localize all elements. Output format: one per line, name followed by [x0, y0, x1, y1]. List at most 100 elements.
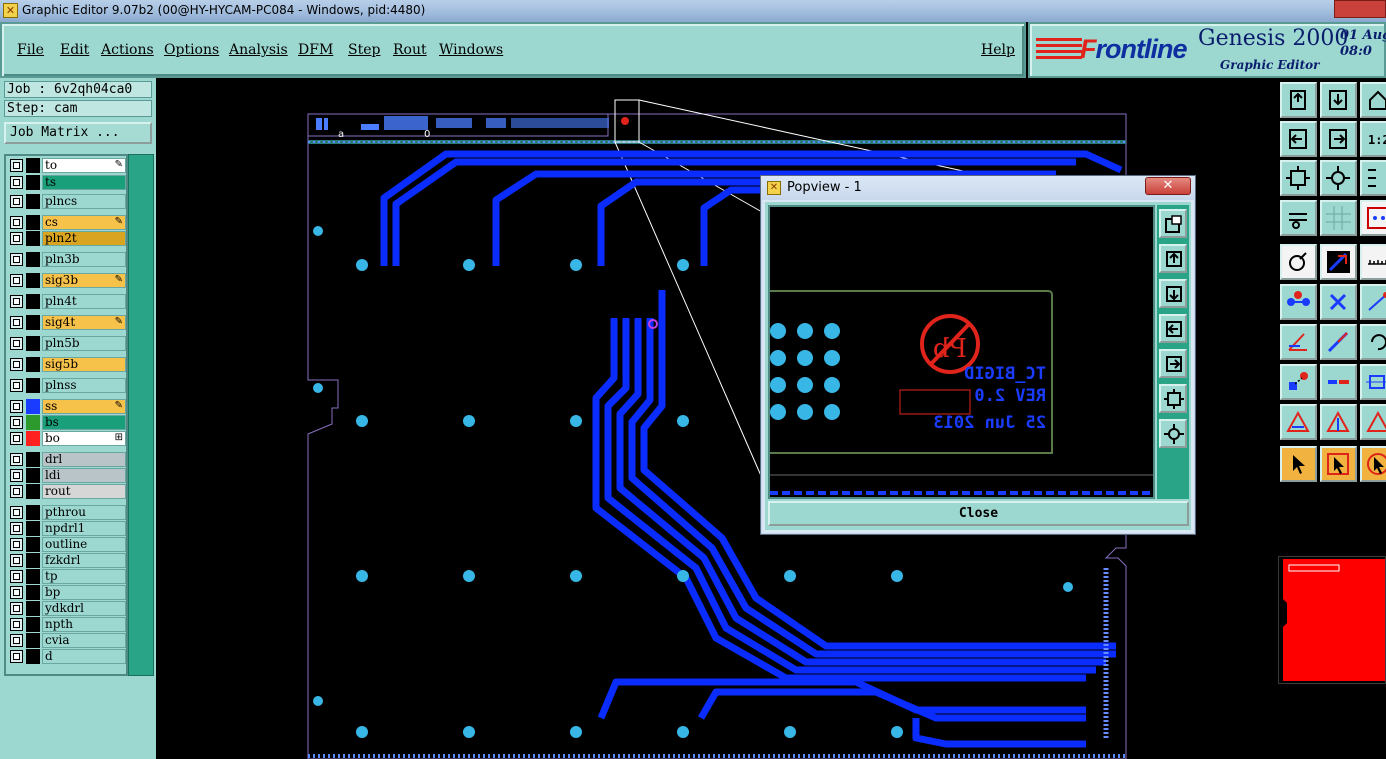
- popview-center-button[interactable]: [1159, 419, 1187, 448]
- layer-color-swatch[interactable]: [26, 521, 40, 536]
- popview-zoom-view[interactable]: Pb TC_BIGID REV 2.0 25 Jun 2013: [768, 205, 1155, 499]
- layer-checkbox[interactable]: [10, 195, 23, 208]
- layer-checkbox[interactable]: [10, 337, 23, 350]
- layer-name-label[interactable]: sig5b: [42, 357, 126, 372]
- layer-checkbox[interactable]: [10, 232, 23, 245]
- layer-row-ydkdrl[interactable]: ydkdrl: [8, 601, 126, 616]
- layer-name-label[interactable]: d: [42, 649, 126, 664]
- layer-name-label[interactable]: pln2t: [42, 231, 126, 246]
- layer-checkbox[interactable]: [10, 554, 23, 567]
- layer-row-drl[interactable]: drl: [8, 452, 126, 467]
- layer-checkbox[interactable]: [10, 400, 23, 413]
- layer-checkbox[interactable]: [10, 634, 23, 647]
- cross-probe-button[interactable]: [1360, 200, 1386, 236]
- layer-name-label[interactable]: pthrou: [42, 505, 126, 520]
- layer-name-label[interactable]: bs: [42, 415, 126, 430]
- menu-dfm[interactable]: DFM: [298, 42, 333, 58]
- layer-name-label[interactable]: plnss: [42, 378, 126, 393]
- cross-tool-button[interactable]: [1320, 284, 1357, 320]
- layer-name-label[interactable]: npdrl1: [42, 521, 126, 536]
- layer-color-swatch[interactable]: [26, 273, 40, 288]
- layer-row-npdrl1[interactable]: npdrl1: [8, 521, 126, 536]
- popview-fit-button[interactable]: [1159, 384, 1187, 413]
- layer-color-swatch[interactable]: [26, 484, 40, 499]
- pointer-box-button[interactable]: [1320, 446, 1357, 482]
- layer-color-swatch[interactable]: [26, 194, 40, 209]
- popview-zoom-in-button[interactable]: [1159, 209, 1187, 238]
- layer-color-swatch[interactable]: [26, 585, 40, 600]
- layer-checkbox[interactable]: [10, 216, 23, 229]
- align-tool-button[interactable]: [1360, 364, 1386, 400]
- layer-name-label[interactable]: ts: [42, 175, 126, 190]
- layer-checkbox[interactable]: [10, 506, 23, 519]
- layer-row-ts[interactable]: ts: [8, 175, 126, 190]
- layer-name-label[interactable]: pln5b: [42, 336, 126, 351]
- zoom-edge-button[interactable]: [1360, 160, 1386, 196]
- layer-row-pln3b[interactable]: pln3b: [8, 252, 126, 267]
- layer-row-sig5b[interactable]: sig5b: [8, 357, 126, 372]
- layer-checkbox[interactable]: [10, 602, 23, 615]
- layer-name-label[interactable]: cvia: [42, 633, 126, 648]
- layer-checkbox[interactable]: [10, 416, 23, 429]
- triangle-snap-button[interactable]: [1360, 404, 1386, 440]
- layer-name-label[interactable]: ydkdrl: [42, 601, 126, 616]
- layer-name-label[interactable]: sig3b ✎: [42, 273, 126, 288]
- layer-color-swatch[interactable]: [26, 468, 40, 483]
- zoom-fit-button[interactable]: [1280, 160, 1317, 196]
- pointer-circle-button[interactable]: [1360, 446, 1386, 482]
- layer-color-swatch[interactable]: [26, 357, 40, 372]
- triangle-tool-button[interactable]: [1280, 404, 1317, 440]
- zoom-home-button[interactable]: [1280, 82, 1317, 118]
- menu-file[interactable]: File: [17, 42, 44, 58]
- overview-minimap[interactable]: [1278, 556, 1386, 684]
- layer-name-label[interactable]: cs ✎: [42, 215, 126, 230]
- layer-color-swatch[interactable]: [26, 336, 40, 351]
- layer-color-swatch[interactable]: [26, 601, 40, 616]
- menu-step[interactable]: Step: [348, 42, 380, 58]
- popview-pan-left-button[interactable]: [1159, 314, 1187, 343]
- menu-options[interactable]: Options: [164, 42, 219, 58]
- menu-rout[interactable]: Rout: [393, 42, 427, 58]
- grid-toggle-button[interactable]: [1320, 200, 1357, 236]
- layer-row-plncs[interactable]: plncs: [8, 194, 126, 209]
- layer-checkbox[interactable]: [10, 618, 23, 631]
- menu-windows[interactable]: Windows: [439, 42, 503, 58]
- layer-name-label[interactable]: tp: [42, 569, 126, 584]
- layer-checkbox[interactable]: [10, 274, 23, 287]
- layer-checkbox[interactable]: [10, 522, 23, 535]
- layer-row-pthrou[interactable]: pthrou: [8, 505, 126, 520]
- popview-title-bar[interactable]: ✕ Popview - 1 ✕: [761, 176, 1195, 200]
- layer-name-label[interactable]: fzkdrl: [42, 553, 126, 568]
- layer-row-bo[interactable]: bo ⊞: [8, 431, 126, 446]
- layer-row-ldi[interactable]: ldi: [8, 468, 126, 483]
- layer-color-swatch[interactable]: [26, 399, 40, 414]
- layer-color-swatch[interactable]: [26, 649, 40, 664]
- popview-pan-down-button[interactable]: [1159, 279, 1187, 308]
- layer-row-to[interactable]: to ✎: [8, 158, 126, 173]
- layer-color-swatch[interactable]: [26, 569, 40, 584]
- layer-row-cs[interactable]: cs ✎: [8, 215, 126, 230]
- window-close-button[interactable]: [1334, 0, 1386, 18]
- pointer-select-button[interactable]: [1280, 446, 1317, 482]
- layer-color-swatch[interactable]: [26, 553, 40, 568]
- layer-row-npth[interactable]: npth: [8, 617, 126, 632]
- split-trace-button[interactable]: [1320, 364, 1357, 400]
- layer-name-label[interactable]: sig4t ✎: [42, 315, 126, 330]
- layer-name-label[interactable]: outline: [42, 537, 126, 552]
- layer-name-label[interactable]: drl: [42, 452, 126, 467]
- layer-checkbox[interactable]: [10, 469, 23, 482]
- layer-color-swatch[interactable]: [26, 231, 40, 246]
- layer-checkbox[interactable]: [10, 358, 23, 371]
- menu-help[interactable]: Help: [981, 42, 1015, 58]
- layer-name-label[interactable]: bp: [42, 585, 126, 600]
- layer-checkbox[interactable]: [10, 159, 23, 172]
- measure-line-button[interactable]: [1360, 284, 1386, 320]
- layer-row-fzkdrl[interactable]: fzkdrl: [8, 553, 126, 568]
- layer-color-swatch[interactable]: [26, 175, 40, 190]
- rotate-icon[interactable]: [1360, 324, 1386, 360]
- pan-right-button[interactable]: [1320, 121, 1357, 157]
- layer-color-swatch[interactable]: [26, 505, 40, 520]
- layer-row-pln2t[interactable]: pln2t: [8, 231, 126, 246]
- home-icon[interactable]: [1360, 82, 1386, 118]
- popview-pan-right-button[interactable]: [1159, 349, 1187, 378]
